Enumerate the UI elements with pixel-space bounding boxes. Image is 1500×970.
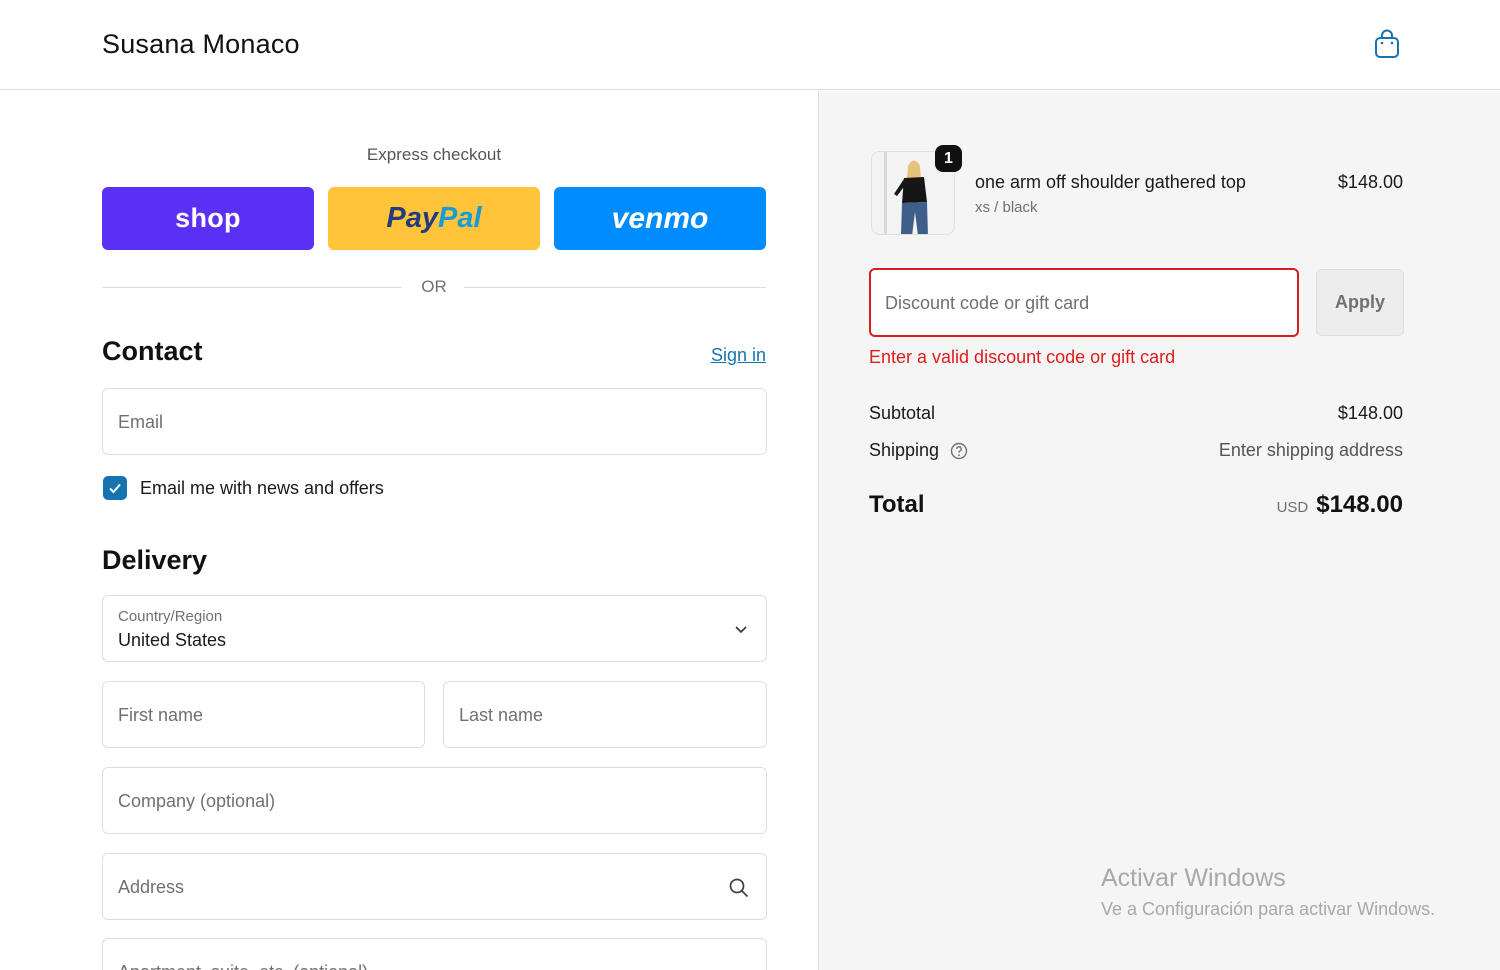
watermark-title: Activar Windows [1101,864,1286,892]
discount-code-input[interactable]: Discount code or gift card [869,268,1299,337]
shop-pay-button[interactable]: shop [102,187,314,250]
country-value: United States [118,630,227,650]
email-field[interactable]: Email [102,388,767,455]
paypal-logo: PayPal [386,202,482,234]
country-label: Country/Region [118,608,223,625]
apply-button[interactable]: Apply [1316,269,1404,336]
total-label: Total [869,491,925,518]
checkout-header: Susana Monaco [0,0,1500,90]
venmo-logo: venmo [611,201,709,235]
news-offers-checkbox[interactable] [103,476,127,500]
company-field[interactable]: Company (optional) [102,767,767,834]
discount-placeholder: Discount code or gift card [885,293,1090,313]
divider-line-right [464,287,766,288]
country-select[interactable]: Country/Region United States [102,595,767,662]
apartment-field[interactable]: Apartment, suite, etc. (optional) [102,938,767,970]
total-value: $148.00 [1316,491,1403,518]
product-price: $148.00 [1337,172,1403,192]
store-brand[interactable]: Susana Monaco [102,29,300,60]
subtotal-value: $148.00 [1337,403,1403,423]
paypal-button[interactable]: PayPal [328,187,540,250]
shop-pay-logo: shop [175,203,241,233]
search-icon [729,878,749,898]
shipping-label: Shipping [869,440,940,460]
chevron-down-icon [735,626,747,634]
total-amount: USD $148.00 [1277,491,1403,519]
first-name-placeholder: First name [118,705,204,725]
checkmark-icon [109,483,121,494]
address-placeholder: Address [118,877,185,897]
last-name-placeholder: Last name [459,705,544,725]
currency-code: USD [1276,499,1309,516]
address-field[interactable]: Address [102,853,767,920]
company-placeholder: Company (optional) [118,791,276,811]
express-checkout-title: Express checkout [366,145,502,164]
product-name: one arm off shoulder gathered top [975,172,1246,192]
shipping-row-label: Shipping [869,440,968,461]
subtotal-label: Subtotal [869,403,936,423]
discount-error-message: Enter a valid discount code or gift card [869,347,1176,367]
product-variant: xs / black [975,199,1038,216]
news-offers-label: Email me with news and offers [140,478,384,498]
first-name-field[interactable]: First name [102,681,425,748]
quantity-badge: 1 [935,145,962,172]
last-name-field[interactable]: Last name [443,681,767,748]
checkout-form: Express checkout shop PayPal venmo OR Co… [0,91,818,970]
shopping-bag-icon[interactable] [1372,28,1402,60]
shipping-value: Enter shipping address [1218,440,1403,460]
help-circle-icon[interactable] [950,442,968,460]
windows-activation-watermark: Activar Windows Ve a Configuración para … [1101,864,1435,920]
sign-in-link[interactable]: Sign in [600,345,766,366]
order-summary: 1 one arm off shoulder gathered top xs /… [818,91,1500,970]
venmo-button[interactable]: venmo [554,187,766,250]
watermark-subtitle: Ve a Configuración para activar Windows. [1101,899,1436,919]
contact-heading: Contact [102,336,203,366]
delivery-heading: Delivery [102,545,208,575]
or-divider: OR [102,276,766,300]
email-placeholder: Email [118,412,164,432]
apartment-placeholder: Apartment, suite, etc. (optional) [118,962,368,970]
